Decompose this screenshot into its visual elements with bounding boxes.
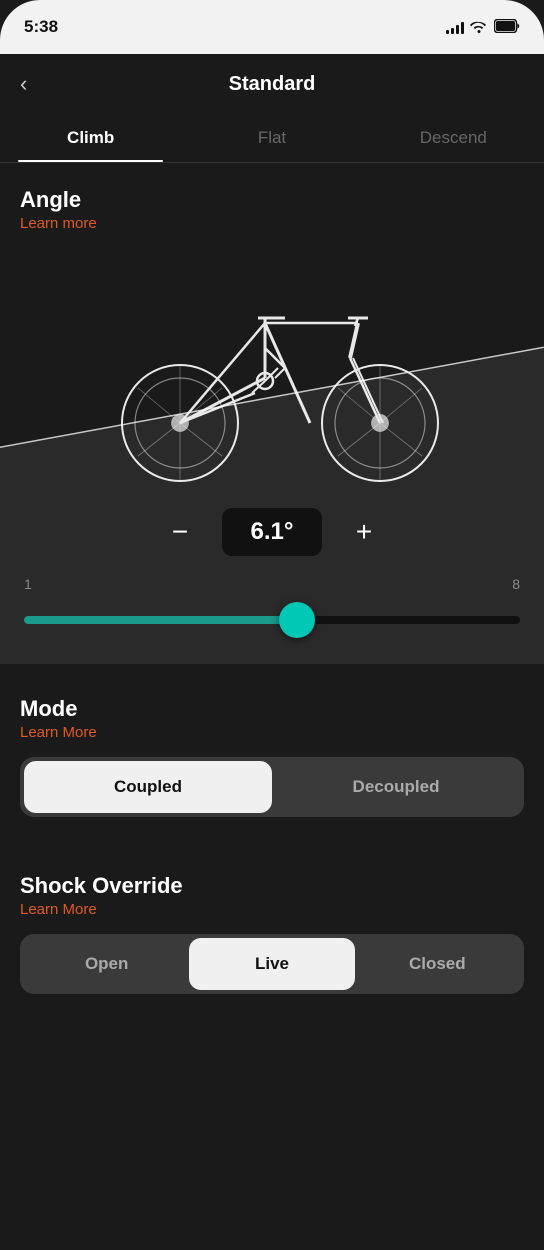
- tab-descend[interactable]: Descend: [363, 114, 544, 162]
- tab-flat[interactable]: Flat: [181, 114, 362, 162]
- shock-open-button[interactable]: Open: [24, 938, 189, 990]
- tabs-bar: Climb Flat Descend: [0, 114, 544, 163]
- increment-button[interactable]: +: [342, 510, 386, 554]
- bottom-padding: [0, 1018, 544, 1058]
- slider-fill: [24, 616, 297, 624]
- shock-closed-button[interactable]: Closed: [355, 938, 520, 990]
- status-icons: [446, 19, 520, 36]
- controls-area: − 6.1° + 1 8: [0, 488, 544, 664]
- shock-live-button[interactable]: Live: [189, 938, 354, 990]
- angle-value: 6.1°: [222, 508, 322, 556]
- mode-section: Mode Learn More Coupled Decoupled: [0, 664, 544, 841]
- mode-label: Mode: [20, 696, 524, 722]
- bike-illustration: [0, 248, 544, 488]
- shock-override-learn-more[interactable]: Learn More: [20, 901, 524, 918]
- shock-override-toggle-group: Open Live Closed: [20, 934, 524, 994]
- mode-toggle-group: Coupled Decoupled: [20, 757, 524, 817]
- angle-controls: − 6.1° +: [20, 508, 524, 556]
- tab-climb[interactable]: Climb: [0, 114, 181, 162]
- mode-decoupled-button[interactable]: Decoupled: [272, 761, 520, 813]
- angle-label: Angle: [20, 187, 524, 213]
- header-title: Standard: [229, 73, 316, 96]
- status-time: 5:38: [24, 17, 58, 37]
- shock-override-section: Shock Override Learn More Open Live Clos…: [0, 841, 544, 1018]
- status-bar: 5:38: [0, 0, 544, 54]
- mode-coupled-button[interactable]: Coupled: [24, 761, 272, 813]
- shock-override-label: Shock Override: [20, 873, 524, 899]
- decrement-button[interactable]: −: [158, 510, 202, 554]
- angle-learn-more[interactable]: Learn more: [20, 215, 524, 232]
- slider-labels: 1 8: [20, 576, 524, 592]
- slider-max-label: 8: [512, 576, 520, 592]
- mode-learn-more[interactable]: Learn More: [20, 724, 524, 741]
- slider-min-label: 1: [24, 576, 32, 592]
- slider-track: [24, 616, 520, 624]
- slider-thumb[interactable]: [279, 602, 315, 638]
- angle-section-header: Angle Learn more: [0, 163, 544, 248]
- battery-icon: [494, 19, 520, 36]
- angle-slider[interactable]: [20, 600, 524, 640]
- wifi-icon: [470, 19, 488, 36]
- signal-icon: [446, 20, 464, 34]
- header: ‹ Standard: [0, 54, 544, 114]
- back-button[interactable]: ‹: [20, 73, 27, 95]
